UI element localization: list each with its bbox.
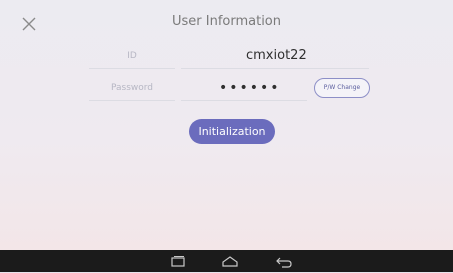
id-field-underline xyxy=(181,68,369,69)
page-title: User Information xyxy=(171,14,281,29)
user-information-screen: User Information ID cmxiot22 Password ••… xyxy=(0,0,453,250)
android-navigation-bar xyxy=(0,250,453,272)
password-field[interactable]: •••••• xyxy=(219,80,281,96)
initialization-button[interactable]: Initialization xyxy=(189,119,275,144)
password-label-divider xyxy=(89,100,175,101)
id-value[interactable]: cmxiot22 xyxy=(246,48,307,63)
recent-apps-button[interactable] xyxy=(168,254,188,268)
password-label: Password xyxy=(110,83,154,93)
home-icon xyxy=(222,256,238,267)
password-field-underline xyxy=(181,100,307,101)
home-button[interactable] xyxy=(220,254,240,268)
id-label: ID xyxy=(127,51,137,61)
back-button[interactable] xyxy=(274,254,294,268)
id-label-divider xyxy=(89,68,175,69)
back-icon xyxy=(276,257,292,268)
pw-change-button[interactable]: P/W Change xyxy=(314,78,370,98)
recent-apps-icon xyxy=(171,256,185,267)
